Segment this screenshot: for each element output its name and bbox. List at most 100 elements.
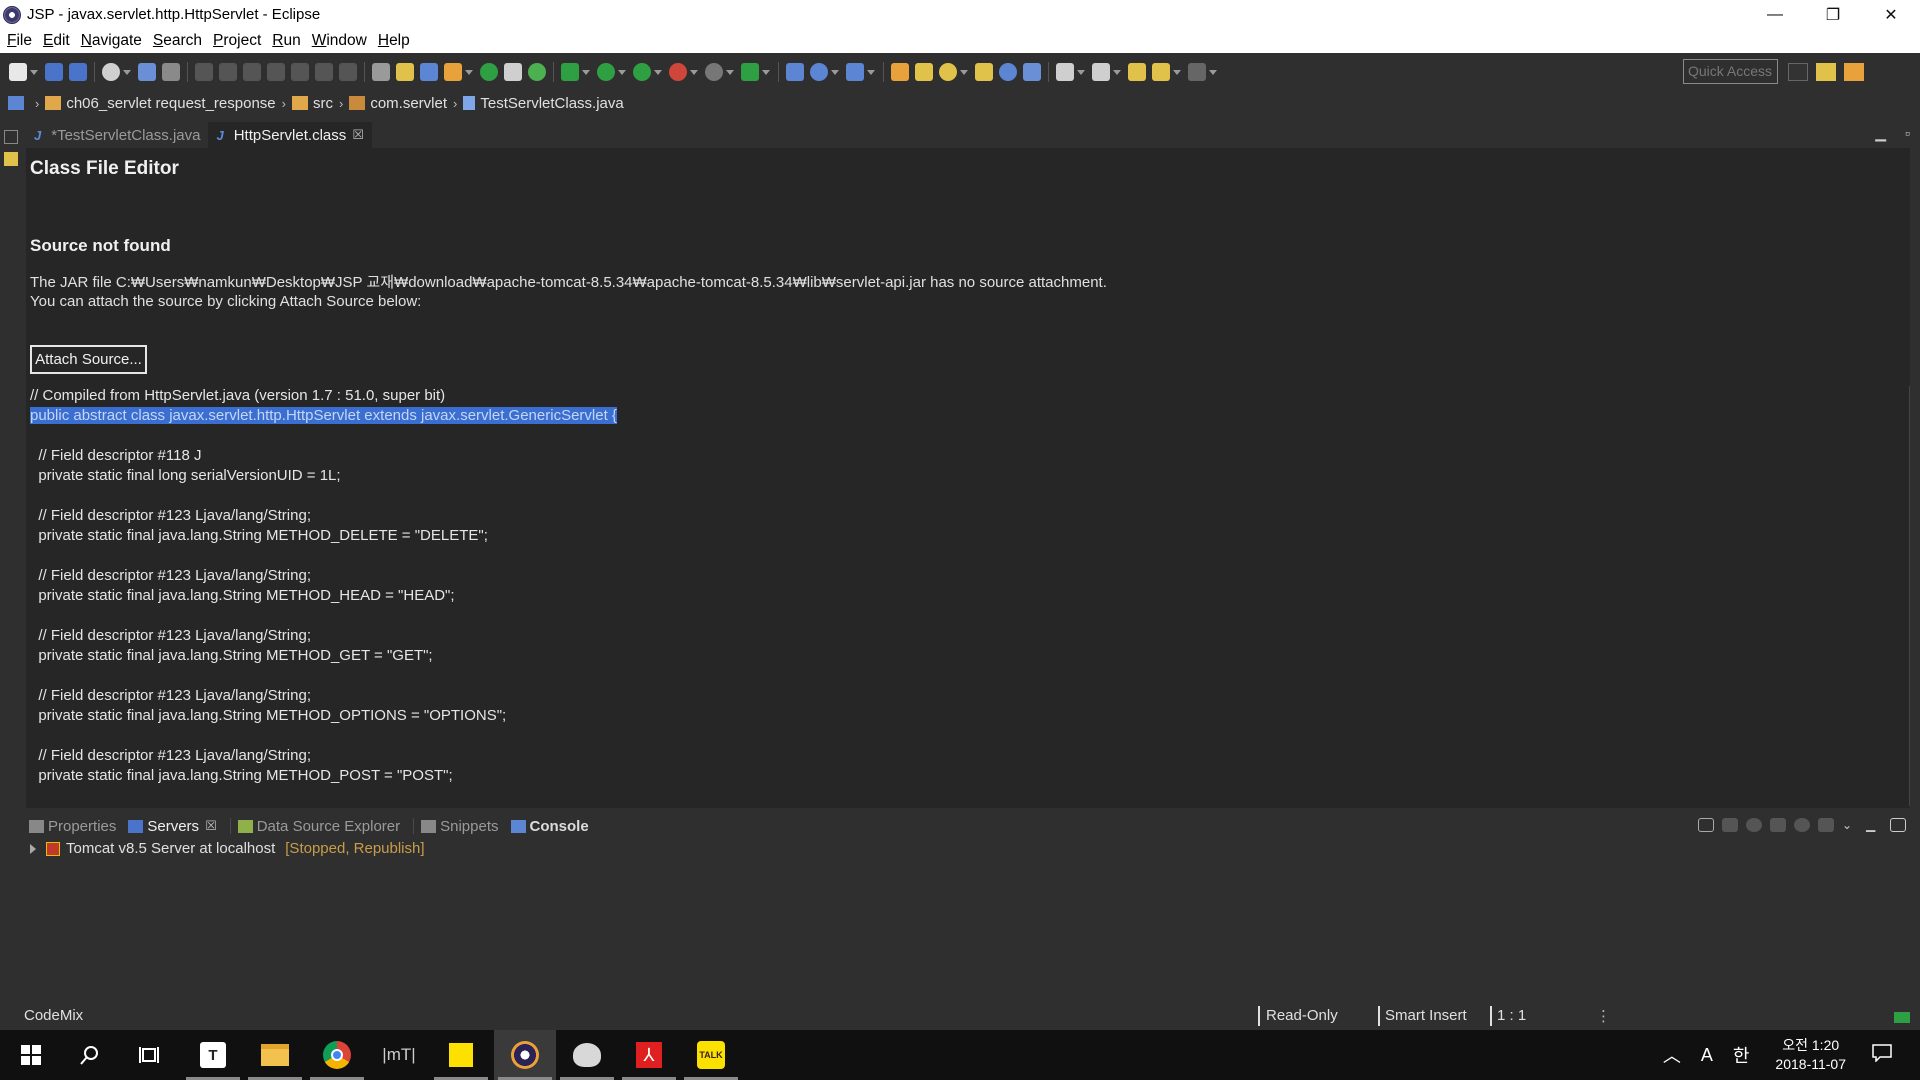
skip-breakpoints-icon[interactable] [162,63,180,81]
tab-data-source-explorer[interactable]: Data Source Explorer [235,818,403,835]
java-ee-perspective-icon[interactable] [1816,63,1836,81]
code-line[interactable] [30,426,1910,446]
view-menu-icon[interactable]: ⌄ [1842,818,1858,832]
new-package-icon[interactable] [810,63,828,81]
restore-view-icon[interactable] [4,130,18,144]
refresh-icon[interactable] [528,63,546,81]
taskbar-kakaotalk[interactable]: TALK [680,1030,742,1080]
taskbar-sticky-notes[interactable] [430,1030,492,1080]
tab-testservletclass[interactable]: J *TestServletClass.java [26,122,208,148]
menu-project[interactable]: Project [213,32,261,50]
open-task-icon[interactable] [915,63,933,81]
taskbar-mt-app[interactable]: |mT| [368,1030,430,1080]
code-line[interactable]: private static final java.lang.String ME… [30,706,1910,726]
minimize-panel-icon[interactable]: ▁ [1866,818,1882,832]
tab-servers[interactable]: Servers ☒ [125,818,219,835]
save-icon[interactable] [45,63,63,81]
profile-icon[interactable] [705,63,723,81]
search-button[interactable] [58,1030,120,1080]
debug-icon[interactable] [561,63,579,81]
code-line[interactable] [30,546,1910,566]
code-line[interactable] [30,666,1910,686]
close-tab-icon[interactable]: ☒ [352,127,364,143]
prev-annotation-icon[interactable] [1092,63,1110,81]
package-icon[interactable] [444,63,462,81]
menu-window[interactable]: Window [312,32,367,50]
maximize-editor-icon[interactable]: ▫ [1905,125,1910,141]
code-line[interactable]: private static final java.lang.String ME… [30,526,1910,546]
breadcrumb-file[interactable]: TestServletClass.java [463,95,624,112]
account-icon[interactable] [102,63,120,81]
code-line[interactable]: // Field descriptor #123 Ljava/lang/Stri… [30,506,1910,526]
code-line[interactable]: private static final long serialVersionU… [30,466,1910,486]
deploy-icon[interactable] [741,63,759,81]
tray-chevron-icon[interactable]: ︿ [1663,1042,1681,1068]
menu-search[interactable]: Search [153,32,202,50]
save-all-icon[interactable] [69,63,87,81]
code-line[interactable]: // Field descriptor #123 Ljava/lang/Stri… [30,626,1910,646]
restore-button[interactable]: ❐ [1804,0,1862,29]
menu-run[interactable]: Run [272,32,300,50]
tools-icon[interactable] [396,63,414,81]
list-icon[interactable] [504,63,522,81]
breadcrumb-menu-icon[interactable] [8,96,24,110]
status-more-icon[interactable]: ⋮ [1596,1007,1611,1025]
clock[interactable]: 오전 1:20 2018-11-07 [1775,1036,1846,1074]
minimize-editor-icon[interactable]: ▁ [1875,125,1886,142]
open-type-icon[interactable] [891,63,909,81]
code-line[interactable]: public abstract class javax.servlet.http… [30,406,1910,426]
tab-properties[interactable]: Properties [26,818,119,835]
menu-navigate[interactable]: Navigate [81,32,142,50]
code-line[interactable]: private static final java.lang.String ME… [30,766,1910,786]
last-edit-icon[interactable] [1128,63,1146,81]
globe-icon[interactable] [999,63,1017,81]
server-start-icon[interactable] [480,63,498,81]
code-line[interactable] [30,486,1910,506]
new-icon[interactable] [9,63,27,81]
server-row[interactable]: Tomcat v8.5 Server at localhost [Stopped… [30,840,425,857]
quick-access-field[interactable]: Quick Access [1683,59,1778,84]
code-line[interactable]: // Field descriptor #123 Ljava/lang/Stri… [30,566,1910,586]
code-line[interactable]: // Field descriptor #118 J [30,446,1910,466]
taskbar-file-explorer[interactable] [244,1030,306,1080]
coverage-icon[interactable] [633,63,651,81]
code-line[interactable]: // Field descriptor #123 Ljava/lang/Stri… [30,686,1910,706]
menu-edit[interactable]: Edit [43,32,70,50]
taskbar-acrobat[interactable]: ⅄ [618,1030,680,1080]
notification-icon[interactable] [1872,1043,1892,1067]
minimize-button[interactable]: — [1746,0,1804,29]
close-button[interactable]: ✕ [1862,0,1920,29]
attach-source-button[interactable]: Attach Source... [30,345,147,374]
maximize-panel-icon[interactable] [1890,818,1906,832]
open-perspective-icon[interactable] [1788,63,1808,81]
web-icon[interactable] [420,63,438,81]
new-project-icon[interactable] [786,63,804,81]
start-button[interactable] [0,1030,62,1080]
taskbar-chrome[interactable] [306,1030,368,1080]
disassembled-code[interactable]: // Compiled from HttpServlet.java (versi… [30,386,1910,786]
code-line[interactable]: private static final java.lang.String ME… [30,586,1910,606]
expand-icon[interactable] [30,843,36,854]
terminal-icon[interactable] [138,63,156,81]
search-icon[interactable] [939,63,957,81]
close-tab-icon[interactable]: ☒ [205,818,217,834]
tab-httpservlet-class[interactable]: J HttpServlet.class ☒ [208,122,372,148]
taskbar-eclipse[interactable] [494,1030,556,1080]
open-folder-icon[interactable] [975,63,993,81]
code-line[interactable]: // Field descriptor #123 Ljava/lang/Stri… [30,746,1910,766]
run-icon[interactable] [597,63,615,81]
package-explorer-icon[interactable] [4,152,18,166]
menu-help[interactable]: Help [378,32,410,50]
next-annotation-icon[interactable] [1056,63,1074,81]
forward-arrow-icon[interactable] [1188,63,1206,81]
taskbar-paint[interactable] [556,1030,618,1080]
new-server-icon[interactable] [1698,818,1714,832]
ime-mode-indicator[interactable]: A [1701,1045,1713,1066]
code-line[interactable] [30,606,1910,626]
annotate-icon[interactable] [1023,63,1041,81]
breadcrumb-src[interactable]: src [291,95,333,112]
code-line[interactable] [30,726,1910,746]
back-arrow-icon[interactable] [1152,63,1170,81]
taskbar-typora[interactable]: T [182,1030,244,1080]
code-line[interactable]: private static final java.lang.String ME… [30,646,1910,666]
